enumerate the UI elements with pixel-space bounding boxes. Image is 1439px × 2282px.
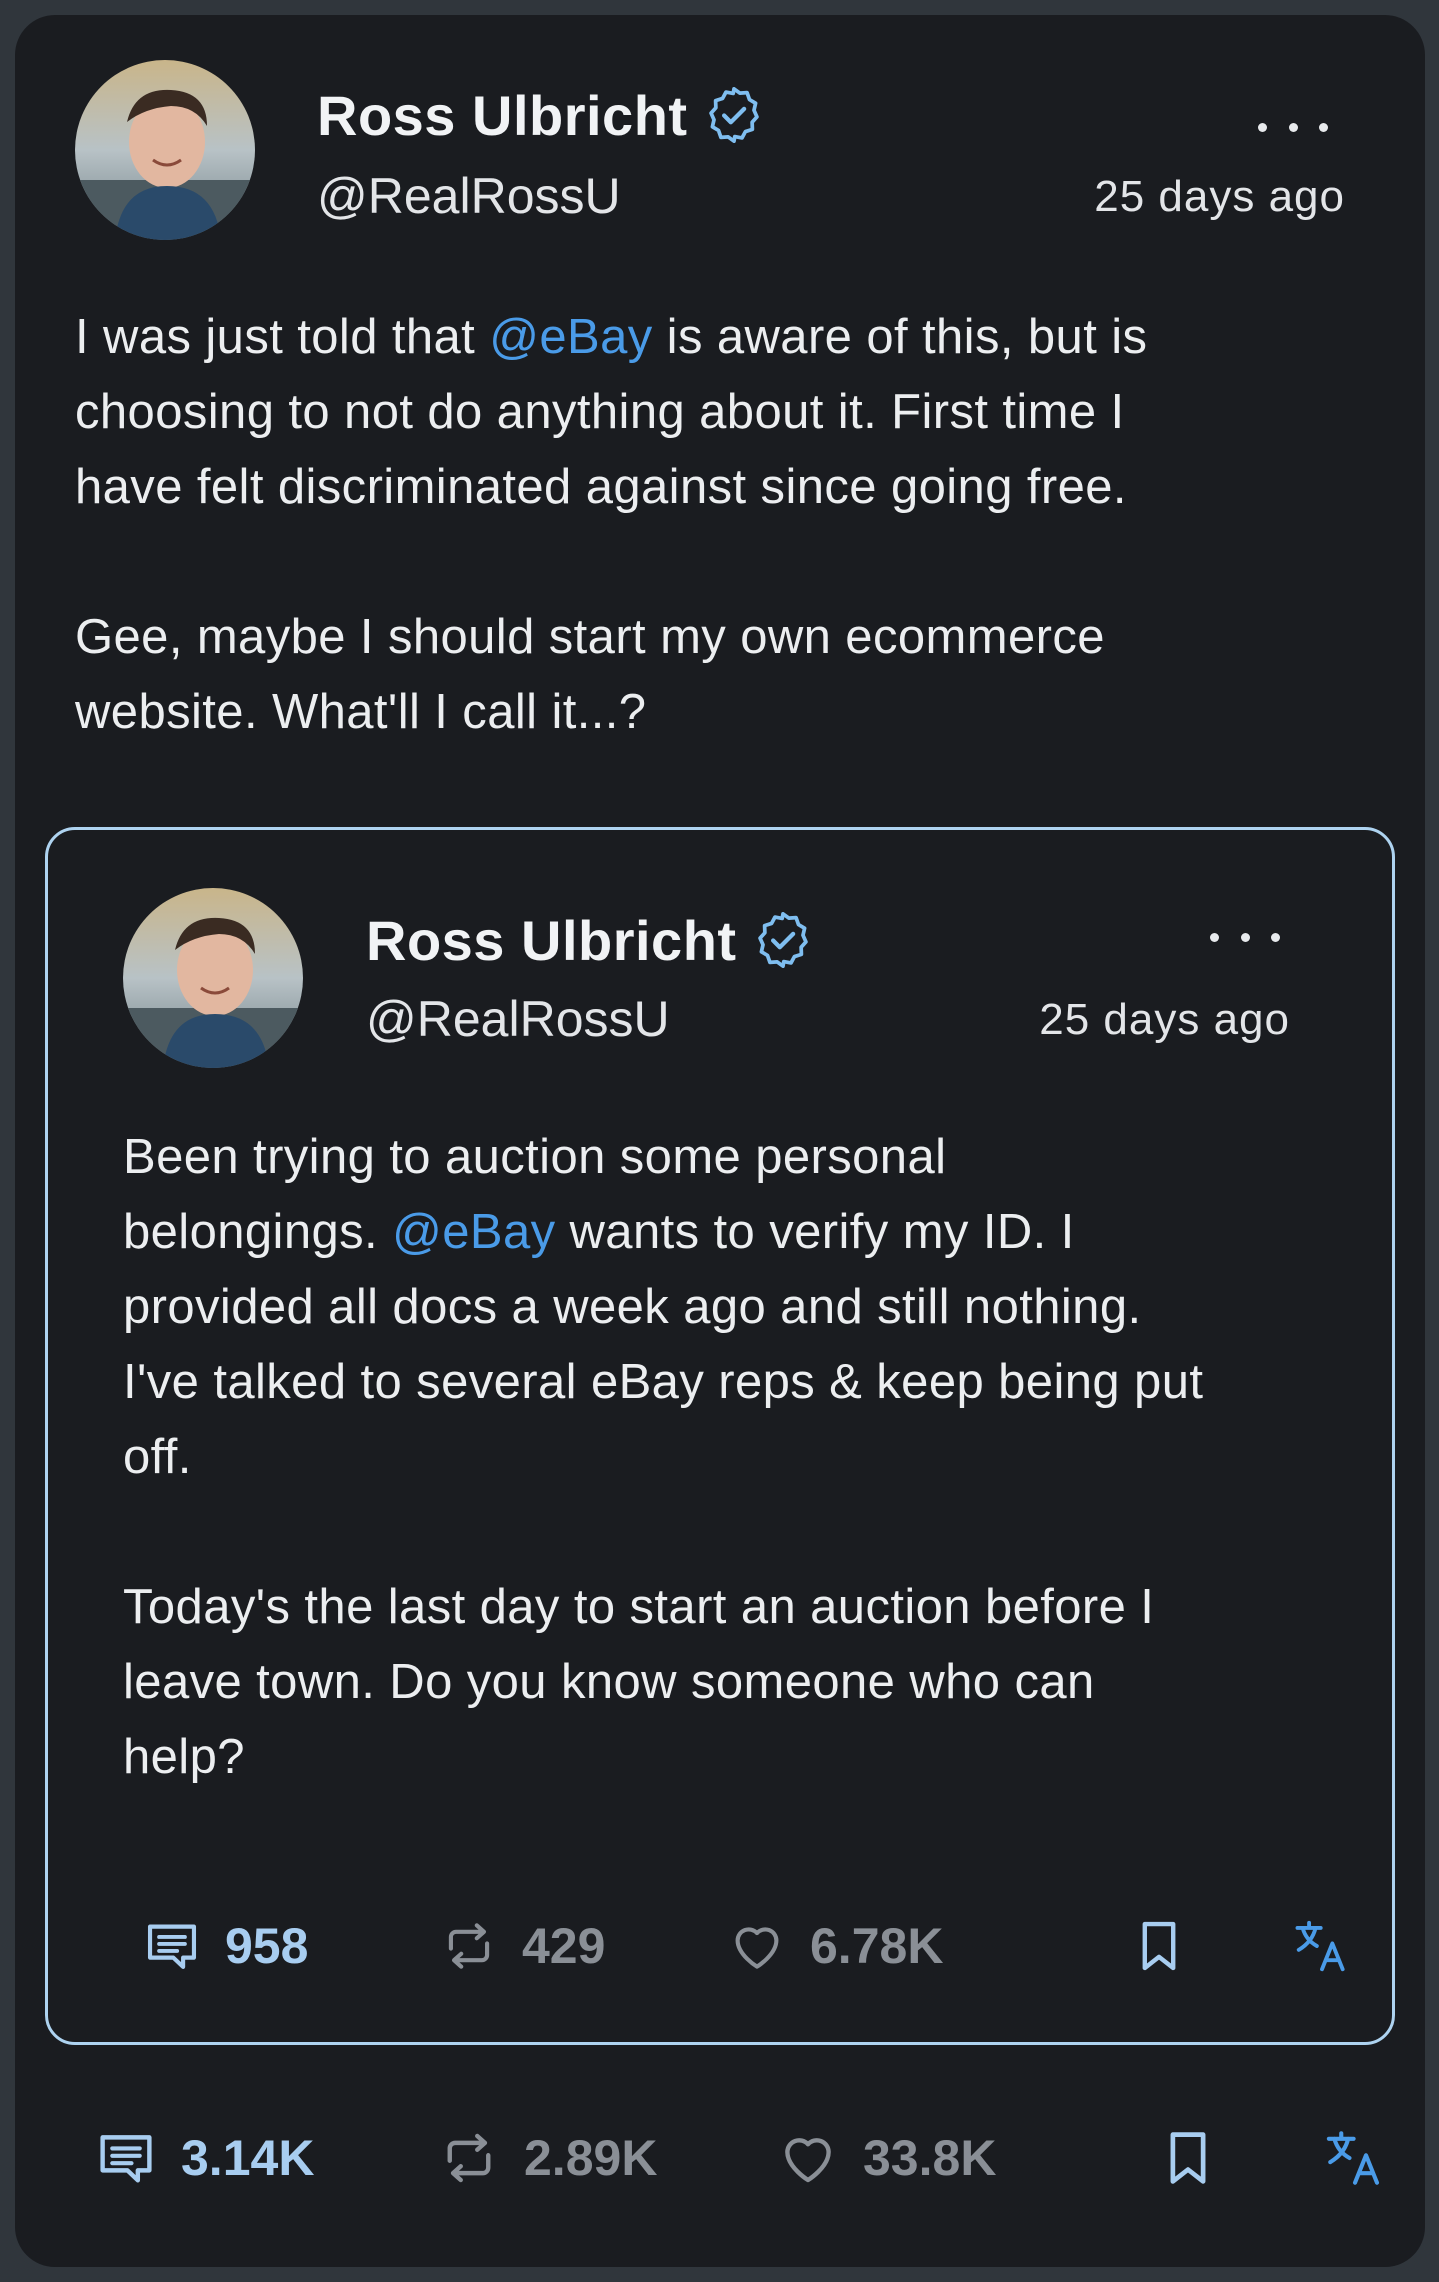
post-time: 25 days ago xyxy=(1094,172,1345,221)
like-button[interactable]: 33.8K xyxy=(775,2125,996,2191)
quoted-author-handle[interactable]: @RealRossU xyxy=(366,990,670,1048)
verified-badge-icon xyxy=(702,83,766,147)
post-card[interactable]: Ross Ulbricht @RealRossU 25 days ago I w… xyxy=(15,15,1425,2267)
like-count: 6.78K xyxy=(810,1918,944,1974)
post-text: I was just told that @eBay is aware of t… xyxy=(75,300,1375,750)
quoted-translate-button[interactable] xyxy=(1291,1915,1353,1977)
heart-icon xyxy=(726,1915,788,1977)
repost-count: 2.89K xyxy=(524,2130,658,2186)
quoted-reply-button[interactable]: 958 xyxy=(141,1915,308,1977)
author-name[interactable]: Ross Ulbricht xyxy=(317,83,688,148)
quoted-like-button[interactable]: 6.78K xyxy=(726,1915,943,1977)
bookmark-icon xyxy=(1128,1915,1190,1977)
bookmark-icon xyxy=(1155,2125,1221,2191)
quoted-avatar[interactable] xyxy=(123,888,303,1068)
repost-icon xyxy=(436,2125,502,2191)
post-text-segment: wants to verify my ID. I provided all do… xyxy=(123,1205,1204,1784)
post-text-segment: is aware of this, but is choosing to not… xyxy=(75,310,1148,739)
comment-icon xyxy=(93,2125,159,2191)
bookmark-button[interactable] xyxy=(1155,2125,1221,2191)
verified-badge-icon xyxy=(751,908,815,972)
like-count: 33.8K xyxy=(863,2130,997,2186)
reply-button[interactable]: 3.14K xyxy=(93,2125,314,2191)
heart-icon xyxy=(775,2125,841,2191)
repost-button[interactable]: 2.89K xyxy=(436,2125,657,2191)
reply-count: 958 xyxy=(225,1918,309,1974)
more-options-icon[interactable] xyxy=(1210,922,1280,952)
translate-icon xyxy=(1291,1915,1353,1977)
mention-link[interactable]: @eBay xyxy=(489,310,652,364)
avatar[interactable] xyxy=(75,60,255,240)
repost-icon xyxy=(438,1915,500,1977)
author-handle[interactable]: @RealRossU xyxy=(317,167,621,225)
quoted-bookmark-button[interactable] xyxy=(1128,1915,1190,1977)
quoted-post[interactable]: Ross Ulbricht @RealRossU 25 days ago Bee… xyxy=(45,827,1395,2045)
quoted-post-text: Been trying to auction some personal bel… xyxy=(123,1120,1373,1795)
author-row[interactable]: Ross Ulbricht xyxy=(317,75,766,155)
quoted-author-row[interactable]: Ross Ulbricht xyxy=(366,900,815,980)
mention-link[interactable]: @eBay xyxy=(392,1205,555,1259)
more-options-icon[interactable] xyxy=(1258,112,1328,142)
translate-icon xyxy=(1322,2125,1388,2191)
quoted-post-time: 25 days ago xyxy=(1039,995,1290,1044)
comment-icon xyxy=(141,1915,203,1977)
reply-count: 3.14K xyxy=(181,2130,315,2186)
quoted-repost-button[interactable]: 429 xyxy=(438,1915,605,1977)
post-text-segment: I was just told that xyxy=(75,310,490,364)
translate-button[interactable] xyxy=(1322,2125,1388,2191)
quoted-author-name[interactable]: Ross Ulbricht xyxy=(366,908,737,973)
repost-count: 429 xyxy=(522,1918,606,1974)
